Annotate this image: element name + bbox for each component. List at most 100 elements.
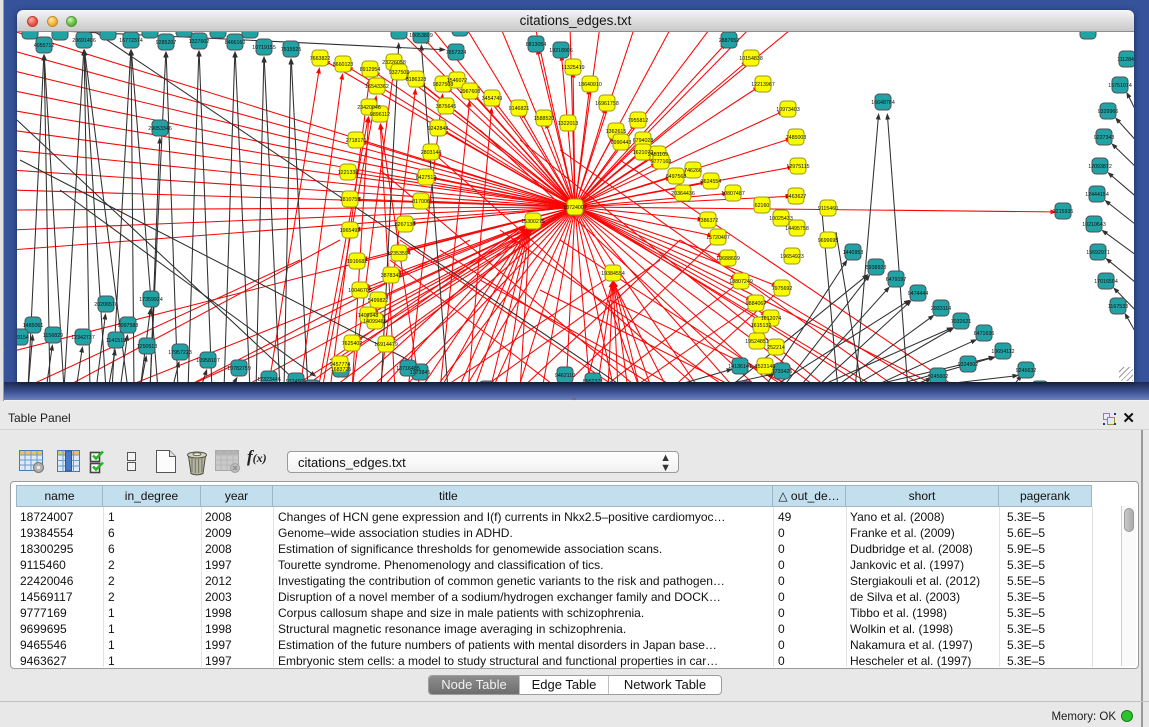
svg-text:16648784: 16648784: [871, 100, 895, 106]
svg-text:12323446: 12323446: [257, 377, 281, 382]
svg-text:16914479: 16914479: [374, 342, 398, 348]
svg-text:18640910: 18640910: [578, 82, 602, 88]
svg-text:18724007: 18724007: [563, 205, 587, 211]
svg-text:5499822: 5499822: [368, 298, 389, 304]
svg-text:1612074: 1612074: [761, 316, 782, 322]
svg-text:6479197: 6479197: [886, 277, 907, 283]
svg-text:3624554: 3624554: [701, 179, 722, 185]
svg-text:23226058: 23226058: [382, 60, 406, 66]
svg-text:746266: 746266: [684, 168, 702, 174]
svg-text:252214: 252214: [767, 345, 785, 351]
svg-text:10782759: 10782759: [227, 366, 251, 372]
svg-text:9474444: 9474444: [908, 291, 929, 297]
svg-text:9896112: 9896112: [370, 112, 390, 118]
svg-text:1916682: 1916682: [347, 259, 368, 265]
svg-text:7032621: 7032621: [951, 319, 972, 325]
svg-text:8186328: 8186328: [406, 77, 427, 83]
svg-text:1546072: 1546072: [447, 78, 468, 84]
svg-text:817006: 817006: [412, 199, 430, 205]
svg-text:1440953: 1440953: [843, 250, 864, 256]
svg-text:20691406: 20691406: [72, 38, 96, 44]
svg-text:16772374: 16772374: [119, 38, 143, 44]
svg-text:2967608: 2967608: [460, 89, 481, 95]
svg-text:1112843: 1112843: [1117, 57, 1134, 63]
svg-text:9146821: 9146821: [509, 106, 530, 112]
svg-text:9457774: 9457774: [330, 362, 351, 368]
svg-text:7857224: 7857224: [446, 50, 467, 56]
svg-text:1327602: 1327602: [189, 39, 210, 45]
svg-text:9242848: 9242848: [428, 126, 449, 132]
svg-text:7663822: 7663822: [310, 56, 331, 62]
svg-text:9097588: 9097588: [118, 323, 139, 329]
svg-text:12975115: 12975115: [786, 164, 809, 170]
svg-text:7386372: 7386372: [698, 218, 719, 224]
svg-text:1810755: 1810755: [340, 197, 361, 203]
svg-text:9245632: 9245632: [1016, 368, 1037, 374]
svg-text:19218906: 19218906: [549, 48, 573, 54]
svg-text:15751074: 15751074: [1108, 83, 1132, 89]
svg-text:14136141: 14136141: [728, 364, 752, 370]
svg-text:1141519: 1141519: [106, 338, 126, 344]
svg-text:2887652: 2887652: [719, 38, 740, 44]
svg-text:7515525: 7515525: [281, 47, 302, 53]
svg-text:9462110: 9462110: [555, 373, 575, 379]
svg-text:11325419: 11325419: [561, 65, 584, 71]
svg-text:8471636: 8471636: [974, 331, 995, 337]
svg-text:9463627: 9463627: [786, 194, 807, 200]
svg-text:12353594: 12353594: [387, 251, 411, 257]
svg-text:1615132: 1615132: [751, 323, 772, 329]
svg-text:12342737: 12342737: [71, 335, 95, 341]
svg-text:1965492: 1965492: [340, 228, 361, 234]
svg-text:4055712: 4055712: [34, 43, 55, 49]
svg-text:9245602: 9245602: [928, 374, 949, 380]
svg-text:18807249: 18807249: [729, 279, 753, 285]
svg-text:9115460: 9115460: [818, 206, 838, 212]
svg-text:10958107: 10958107: [196, 358, 220, 364]
svg-text:9777169: 9777169: [651, 159, 672, 165]
svg-text:1167533: 1167533: [1108, 304, 1128, 310]
svg-text:62160: 62160: [755, 203, 770, 209]
svg-text:10654112: 10654112: [991, 349, 1014, 355]
svg-text:19384554: 19384554: [601, 271, 625, 277]
svg-text:10046708: 10046708: [348, 288, 372, 294]
svg-text:17016504: 17016504: [1094, 279, 1118, 285]
svg-text:7485003: 7485003: [786, 135, 807, 141]
svg-text:3215935: 3215935: [1053, 209, 1074, 215]
svg-text:12093872: 12093872: [1088, 164, 1112, 170]
svg-text:10210643: 10210643: [1082, 222, 1106, 228]
svg-text:6794028: 6794028: [633, 138, 654, 144]
svg-text:8912954: 8912954: [360, 67, 381, 73]
svg-text:10154838: 10154838: [739, 56, 763, 62]
svg-text:1156829: 1156829: [43, 333, 63, 339]
svg-text:2451109: 2451109: [648, 152, 668, 158]
svg-text:9699695: 9699695: [818, 238, 839, 244]
svg-text:8813054: 8813054: [526, 42, 547, 48]
svg-text:1588520: 1588520: [534, 116, 555, 122]
svg-text:16543362: 16543362: [365, 84, 389, 90]
svg-text:1221338: 1221338: [338, 170, 359, 176]
svg-text:9884067: 9884067: [746, 301, 767, 307]
svg-text:8952371: 8952371: [583, 379, 604, 382]
svg-text:2803144: 2803144: [421, 150, 442, 156]
svg-text:8427512: 8427512: [416, 175, 437, 181]
svg-text:29053346: 29053346: [148, 126, 172, 132]
svg-text:12444154: 12444154: [1085, 192, 1109, 198]
svg-text:10807487: 10807487: [721, 191, 745, 197]
svg-text:15300275: 15300275: [521, 219, 545, 225]
svg-text:20364436: 20364436: [671, 191, 695, 197]
svg-text:3454749: 3454749: [482, 96, 503, 102]
svg-text:13716485: 13716485: [396, 366, 420, 372]
svg-text:10053809: 10053809: [409, 33, 433, 39]
svg-text:8466160: 8466160: [225, 40, 246, 46]
svg-text:15692971: 15692971: [1086, 250, 1110, 256]
svg-text:1250513: 1250513: [137, 344, 158, 350]
svg-text:17359924: 17359924: [139, 297, 163, 303]
svg-text:19524851: 19524851: [745, 339, 769, 345]
svg-text:9285207: 9285207: [156, 40, 177, 46]
svg-text:10719155: 10719155: [252, 45, 276, 51]
svg-text:12213967: 12213967: [751, 82, 775, 88]
svg-text:19654923: 19654923: [780, 254, 804, 260]
svg-text:5938923: 5938923: [866, 265, 887, 271]
svg-text:3875645: 3875645: [436, 104, 457, 110]
svg-text:10025433: 10025433: [769, 216, 793, 222]
